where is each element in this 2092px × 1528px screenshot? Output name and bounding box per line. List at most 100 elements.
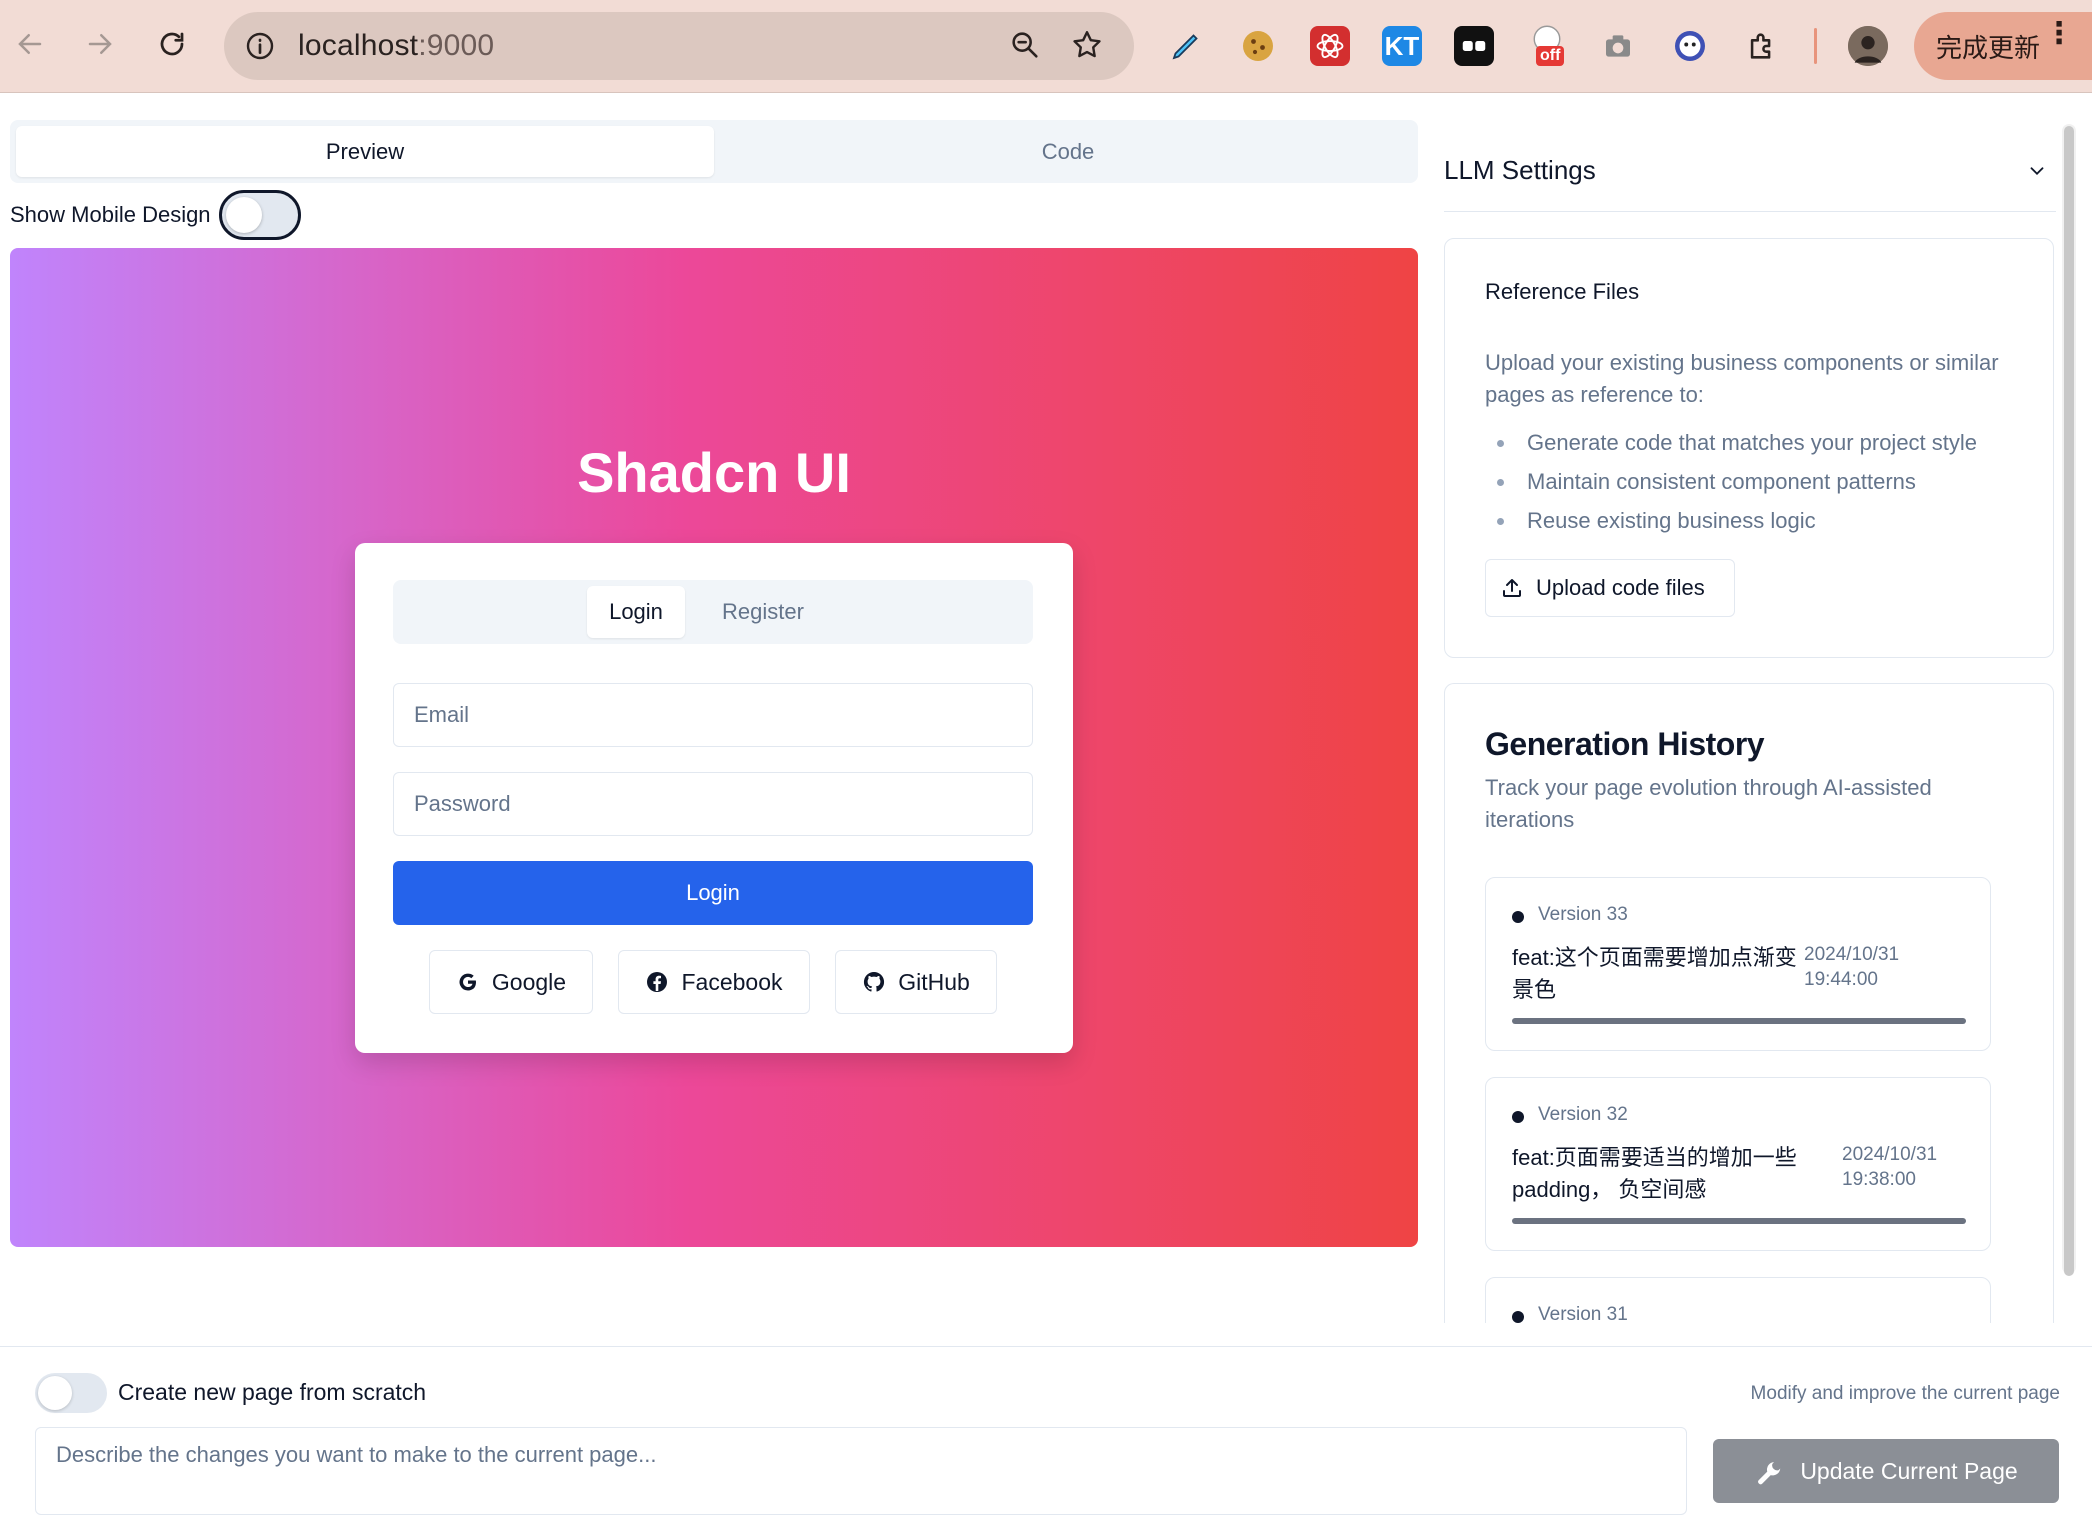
version-card[interactable]: Version 33 feat:这个页面需要增加点渐变景色 2024/10/31… [1485,877,1991,1051]
version-timestamp: 2024/10/31 19:38:00 [1842,1142,1937,1192]
off-badge: off [1536,46,1565,66]
url-text: localhost:9000 [298,29,495,62]
version-dot [1512,1111,1524,1123]
llm-settings-header[interactable]: LLM Settings [1444,130,2056,212]
reference-files-title: Reference Files [1485,279,1640,304]
mode-hint: Modify and improve the current page [1750,1383,2060,1404]
chevron-down-icon[interactable] [2026,160,2048,182]
version-message: feat:页面需要适当的增加一些padding， 负空间感 [1512,1145,1797,1202]
profile-avatar[interactable] [1848,26,1888,66]
reference-files-panel: Reference Files Upload your existing bus… [1444,238,2054,658]
generation-history-subtitle: Track your page evolution through AI-ass… [1485,775,1932,832]
view-tabs: Preview Code [10,120,1418,183]
prompt-input[interactable] [35,1427,1687,1515]
version-timestamp: 2024/10/31 19:44:00 [1804,942,1899,992]
site-info-icon[interactable] [242,28,278,64]
create-from-scratch-label: Create new page from scratch [118,1379,427,1405]
version-name: Version 32 [1538,1104,1628,1125]
kt-extension-icon[interactable]: KT [1382,26,1422,66]
preview-canvas: Shadcn UI Login Register Email Password … [10,248,1418,1247]
version-progress [1512,1218,1966,1224]
wrench-icon [1758,1462,1781,1485]
facebook-icon [647,972,668,992]
scrollbar-thumb[interactable] [2064,126,2074,1276]
upload-label: Upload code files [1536,575,1705,600]
tab-code[interactable]: Code [724,126,1412,177]
google-label: Google [491,968,567,995]
camera-extension-icon[interactable] [1598,26,1638,66]
mobile-design-label: Show Mobile Design [10,202,211,227]
password-placeholder: Password [414,791,511,816]
more-menu-icon[interactable]: ⋮ [2044,19,2074,49]
generation-history-panel: Generation History Track your page evolu… [1444,683,2054,1323]
mobile-design-row: Show Mobile Design [10,188,301,242]
version-time: 19:44:00 [1804,969,1878,990]
generation-history-title: Generation History [1485,726,1765,762]
version-date: 2024/10/31 [1804,944,1900,965]
list-item: Maintain consistent component patterns [1485,462,1977,501]
version-time: 19:38:00 [1842,1169,1916,1190]
version-dot [1512,1311,1524,1323]
auth-tabs: Login Register [393,580,1033,644]
mobile-design-toggle[interactable] [218,190,301,240]
browser-update-label: 完成更新 [1936,32,2041,63]
version-date: 2024/10/31 [1842,1144,1938,1165]
list-item: Reuse existing business logic [1485,501,1977,540]
arrow-right-icon [88,34,112,54]
right-panel-scrollbar[interactable] [2062,124,2076,1276]
back-button[interactable] [6,20,54,68]
extensions-puzzle-icon[interactable] [1742,26,1782,66]
forward-button[interactable] [76,20,124,68]
reference-files-list: Generate code that matches your project … [1485,423,1977,540]
facebook-label: Facebook [681,968,783,995]
highlighter-extension-icon[interactable] [1166,26,1206,66]
browser-toolbar: localhost:9000 KT off 完成更新 ⋮ [0,0,2092,93]
toggle-knob [38,1376,72,1410]
auth-card: Login Register Email Password Login Goog… [355,543,1073,1053]
create-from-scratch-toggle[interactable] [35,1373,107,1413]
reload-button[interactable] [148,20,196,68]
glasses-extension-icon[interactable] [1454,26,1494,66]
email-field[interactable]: Email [393,683,1033,747]
version-progress [1512,1018,1966,1024]
login-button[interactable]: Login [393,861,1033,925]
progress-fill [1512,1218,1966,1224]
prompt-bar: Create new page from scratch Modify and … [0,1346,2092,1528]
google-button[interactable]: Google [429,950,593,1014]
react-devtools-extension-icon[interactable] [1310,26,1350,66]
facebook-button[interactable]: Facebook [618,950,810,1014]
update-button-label: Update Current Page [1800,1457,2018,1484]
address-bar[interactable]: localhost:9000 [224,12,1134,80]
password-field[interactable]: Password [393,772,1033,836]
github-label: GitHub [898,968,970,995]
tab-preview[interactable]: Preview [16,126,714,177]
update-current-page-button[interactable]: Update Current Page [1713,1439,2059,1503]
github-button[interactable]: GitHub [835,950,997,1014]
face-extension-icon[interactable] [1670,26,1710,66]
off-extension-icon[interactable]: off [1530,25,1574,66]
upload-icon [1503,579,1521,597]
toggle-knob [225,197,262,233]
brand-title: Shadcn UI [577,441,851,504]
upload-code-files-button[interactable]: Upload code files [1485,559,1735,617]
llm-settings-title: LLM Settings [1444,155,1596,185]
google-icon [459,973,476,991]
arrow-left-icon [18,34,42,54]
version-message: feat:这个页面需要增加点渐变景色 [1512,945,1797,1002]
version-name: Version 31 [1538,1304,1628,1323]
tab-register[interactable]: Register [695,586,831,638]
browser-update-button[interactable]: 完成更新 ⋮ [1914,12,2092,80]
zoom-icon[interactable] [1008,28,1042,67]
version-card[interactable]: Version 31 [1485,1277,1991,1323]
version-card[interactable]: Version 32 feat:页面需要适当的增加一些padding， 负空间感… [1485,1077,1991,1251]
list-item: Generate code that matches your project … [1485,423,1977,462]
reload-icon [160,32,184,56]
cookie-extension-icon[interactable] [1238,26,1278,66]
bookmark-star-icon[interactable] [1070,28,1104,67]
progress-fill [1512,1018,1966,1024]
github-icon [864,971,885,992]
tab-login[interactable]: Login [587,586,685,638]
version-name: Version 33 [1538,904,1628,925]
reference-files-description: Upload your existing business components… [1485,350,1999,407]
version-dot [1512,911,1524,923]
